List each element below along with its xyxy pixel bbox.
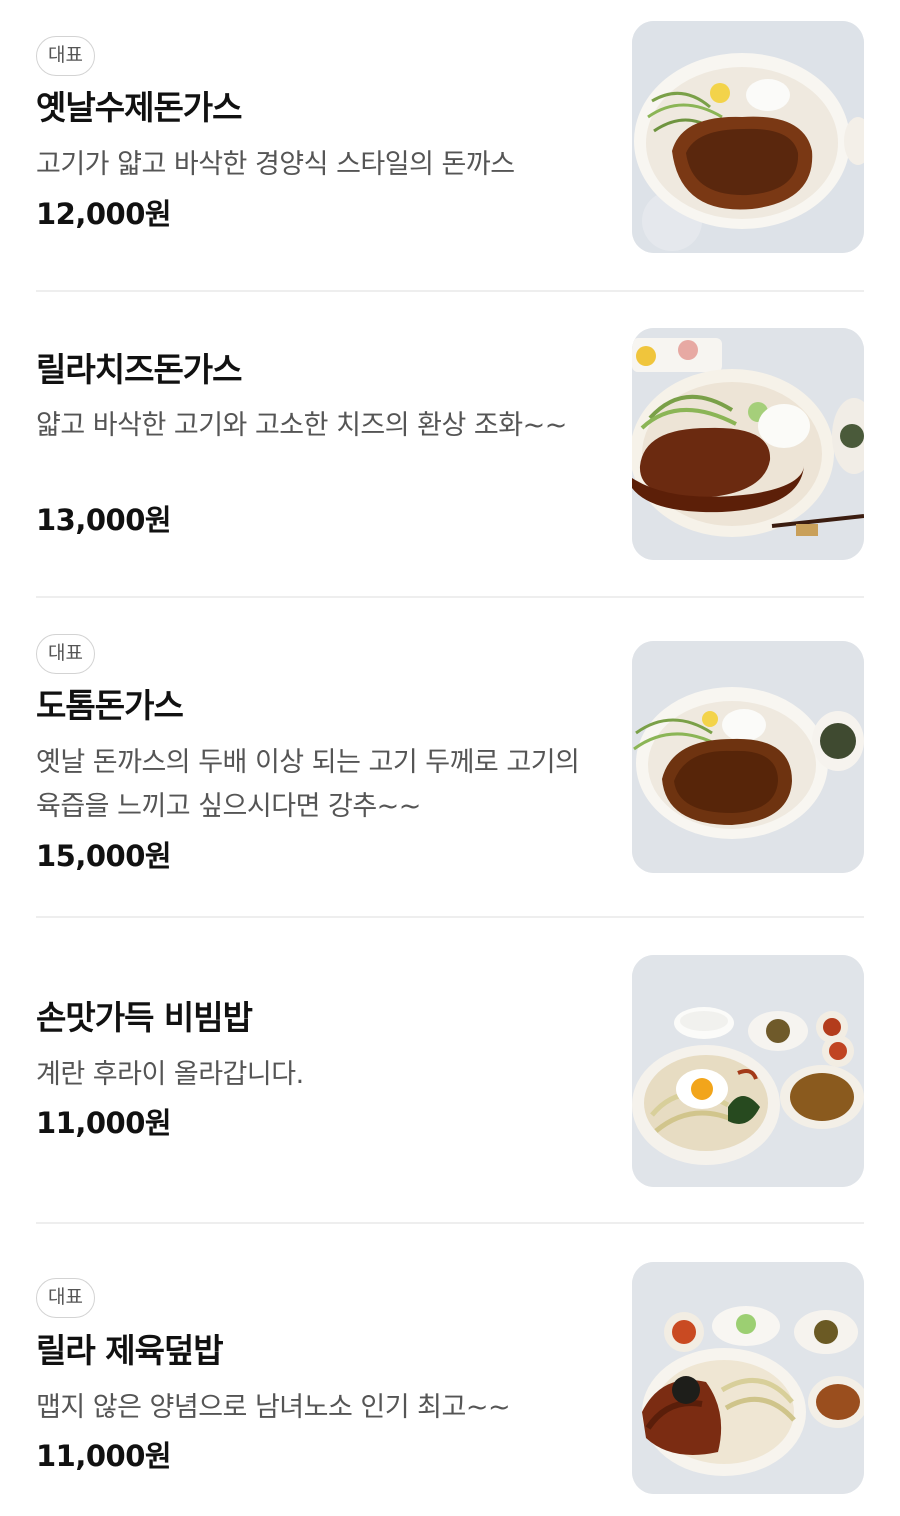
divider	[36, 596, 864, 598]
menu-item-cheese-pork-cutlet[interactable]: 릴라치즈돈가스 얇고 바삭한 고기와 고소한 치즈의 환상 조화~~ 13,00…	[36, 328, 864, 560]
spicy-pork-rice-bowl-photo[interactable]	[632, 1262, 864, 1494]
menu-list: 대표 옛날수제돈가스 고기가 얇고 바삭한 경양식 스타일의 돈까스 12,00…	[0, 0, 900, 1516]
pork-cutlet-plate-icon	[632, 21, 864, 253]
menu-item-bibimbap[interactable]: 손맛가득 비빔밥 계란 후라이 올라갑니다. 11,000원	[36, 955, 864, 1187]
thick-pork-cutlet-plate-icon	[632, 641, 864, 873]
menu-item-title: 손맛가득 비빔밥	[36, 998, 253, 1037]
divider	[36, 1222, 864, 1224]
menu-item-description: 고기가 얇고 바삭한 경양식 스타일의 돈까스	[36, 149, 515, 180]
menu-item-price: 15,000원	[36, 839, 172, 873]
thick-pork-cutlet-plate-photo[interactable]	[632, 641, 864, 873]
signature-badge: 대표	[36, 1278, 95, 1318]
signature-badge: 대표	[36, 36, 95, 76]
menu-item-old-style-pork-cutlet[interactable]: 대표 옛날수제돈가스 고기가 얇고 바삭한 경양식 스타일의 돈까스 12,00…	[36, 21, 864, 254]
menu-item-price: 11,000원	[36, 1106, 172, 1140]
menu-item-title: 도톰돈가스	[36, 686, 184, 725]
cheese-pork-cutlet-plate-photo[interactable]	[632, 328, 864, 560]
menu-item-description: 얇고 바삭한 고기와 고소한 치즈의 환상 조화~~	[36, 410, 567, 441]
menu-item-thick-pork-cutlet[interactable]: 대표 도톰돈가스 옛날 돈까스의 두배 이상 되는 고기 두께로 고기의 육즙을…	[36, 634, 864, 873]
pork-cutlet-plate-photo[interactable]	[632, 21, 864, 253]
menu-item-spicy-pork-rice[interactable]: 대표 릴라 제육덮밥 맵지 않은 양념으로 남녀노소 인기 최고~~ 11,00…	[36, 1262, 864, 1494]
menu-item-price: 13,000원	[36, 503, 172, 537]
menu-item-title: 릴라 제육덮밥	[36, 1331, 224, 1370]
menu-item-price: 11,000원	[36, 1439, 172, 1473]
divider	[36, 916, 864, 918]
divider	[36, 290, 864, 292]
menu-item-price: 12,000원	[36, 197, 172, 231]
spicy-pork-rice-bowl-icon	[632, 1262, 864, 1494]
menu-item-title: 옛날수제돈가스	[36, 88, 243, 127]
menu-item-description: 옛날 돈까스의 두배 이상 되는 고기 두께로 고기의 육즙을 느끼고 싶으시다…	[36, 747, 580, 822]
cheese-pork-cutlet-plate-icon	[632, 328, 864, 560]
signature-badge: 대표	[36, 634, 95, 674]
menu-item-description: 계란 후라이 올라갑니다.	[36, 1059, 304, 1090]
bibimbap-bowl-icon	[632, 955, 864, 1187]
bibimbap-bowl-photo[interactable]	[632, 955, 864, 1187]
menu-item-description: 맵지 않은 양념으로 남녀노소 인기 최고~~	[36, 1392, 511, 1423]
menu-item-title: 릴라치즈돈가스	[36, 350, 243, 389]
